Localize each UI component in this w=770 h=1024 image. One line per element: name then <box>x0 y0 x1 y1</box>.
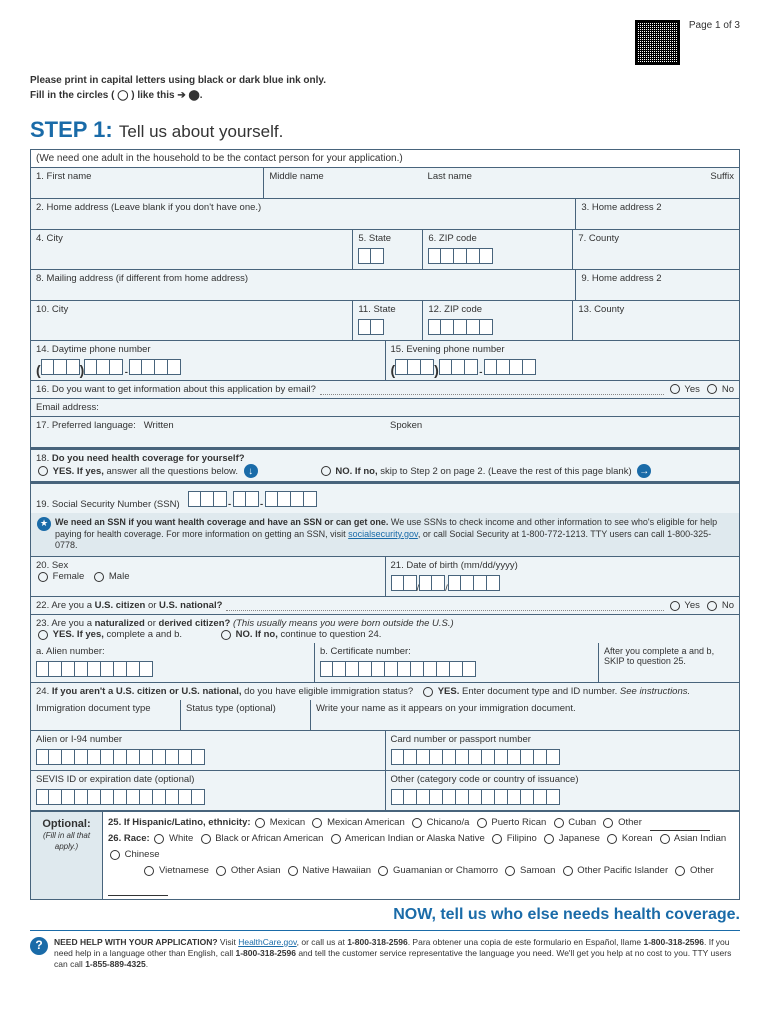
radio-18-yes[interactable]: YES. If yes, answer all the questions be… <box>36 466 238 477</box>
field-mail-county[interactable]: 13. County <box>573 301 739 340</box>
field-cert-number[interactable]: b. Certificate number: <box>315 643 599 682</box>
question-email-info: 16. Do you want to get information about… <box>31 381 739 399</box>
star-icon: ★ <box>37 517 51 531</box>
radio-puerto-rican[interactable]: Puerto Rican <box>475 817 552 828</box>
radio-guamanian-or-chamorro[interactable]: Guamanian or Chamorro <box>376 865 503 876</box>
field-last-name[interactable]: Last name <box>423 168 655 198</box>
arrow-down-icon: ↓ <box>244 464 258 478</box>
instruction-2: Fill in the circles ( ◯ ) like this ➔ ⬤. <box>30 88 740 103</box>
field-mail-state[interactable]: 11. State <box>353 301 423 340</box>
ssn-info-box: ★ We need an SSN if you want health cove… <box>31 513 739 556</box>
radio-other[interactable]: Other <box>673 865 719 876</box>
field-status-type[interactable]: Status type (optional) <box>181 700 311 730</box>
radio-email-no[interactable]: No <box>705 384 734 395</box>
radio-23-yes[interactable]: YES. If yes, complete a and b. <box>36 629 182 640</box>
page-number: Page 1 of 3 <box>689 20 740 31</box>
radio-male[interactable]: Male <box>92 571 129 582</box>
field-mailing-address-2[interactable]: 9. Home address 2 <box>576 270 739 300</box>
field-state[interactable]: 5. State <box>353 230 423 269</box>
radio-american-indian-or-alaska-native[interactable]: American Indian or Alaska Native <box>329 833 490 844</box>
arrow-right-icon: → <box>637 464 651 478</box>
field-city[interactable]: 4. City <box>31 230 353 269</box>
radio-chinese[interactable]: Chinese <box>108 849 165 860</box>
radio-filipino[interactable]: Filipino <box>490 833 542 844</box>
optional-label: Optional:(Fill in all that apply.) <box>31 812 103 899</box>
link-healthcare[interactable]: HealthCare.gov <box>238 937 296 947</box>
field-sevis[interactable]: SEVIS ID or expiration date (optional) <box>31 771 386 810</box>
radio-samoan[interactable]: Samoan <box>503 865 560 876</box>
section-subtitle: (We need one adult in the household to b… <box>31 150 739 168</box>
field-card-passport[interactable]: Card number or passport number <box>386 731 740 770</box>
field-imm-doc-type[interactable]: Immigration document type <box>31 700 181 730</box>
radio-22-yes[interactable]: Yes <box>668 600 700 611</box>
field-county[interactable]: 7. County <box>573 230 739 269</box>
radio-23-no[interactable]: NO. If no, continue to question 24. <box>219 629 381 640</box>
radio-mexican[interactable]: Mexican <box>253 817 310 828</box>
field-home-address[interactable]: 2. Home address (Leave blank if you don'… <box>31 199 576 229</box>
question-23: 23. Are you a naturalized or derived cit… <box>31 615 739 643</box>
field-mail-city[interactable]: 10. City <box>31 301 353 340</box>
radio-24-yes[interactable]: YES. Enter document type and ID number. … <box>421 686 690 697</box>
skip-note: After you complete a and b, SKIP to ques… <box>599 643 739 682</box>
instruction-1: Please print in capital letters using bl… <box>30 73 740 88</box>
radio-vietnamese[interactable]: Vietnamese <box>142 865 214 876</box>
field-home-address-2[interactable]: 3. Home address 2 <box>576 199 739 229</box>
field-lang-spoken[interactable]: Spoken <box>385 417 739 447</box>
radio-native-hawaiian[interactable]: Native Hawaiian <box>286 865 377 876</box>
field-evening-phone[interactable]: 15. Evening phone number ()- <box>386 341 740 380</box>
radio-mexican-american[interactable]: Mexican American <box>310 817 410 828</box>
field-lang-written[interactable]: 17. Preferred language: Written <box>31 417 385 447</box>
step-heading: STEP 1: Tell us about yourself. <box>30 117 740 143</box>
radio-chicano-a[interactable]: Chicano/a <box>410 817 475 828</box>
field-email-address[interactable]: Email address: <box>31 399 739 417</box>
field-ssn[interactable]: 19. Social Security Number (SSN) -- <box>31 482 739 513</box>
radio-black-or-african-american[interactable]: Black or African American <box>199 833 329 844</box>
radio-korean[interactable]: Korean <box>605 833 658 844</box>
field-other-code[interactable]: Other (category code or country of issua… <box>386 771 740 810</box>
field-suffix[interactable]: Suffix <box>655 168 739 198</box>
radio-other[interactable]: Other <box>601 817 647 828</box>
field-middle-name[interactable]: Middle name <box>264 168 422 198</box>
question-24: 24. If you aren't a U.S. citizen or U.S.… <box>31 683 739 700</box>
field-alien-i94[interactable]: Alien or I-94 number <box>31 731 386 770</box>
field-dob[interactable]: 21. Date of birth (mm/dd/yyyy) // <box>386 557 740 596</box>
link-ssa[interactable]: socialsecurity.gov <box>348 529 418 539</box>
field-zip[interactable]: 6. ZIP code <box>423 230 573 269</box>
radio-18-no[interactable]: NO. If no, skip to Step 2 on page 2. (Le… <box>319 466 632 477</box>
field-mail-zip[interactable]: 12. ZIP code <box>423 301 573 340</box>
radio-cuban[interactable]: Cuban <box>552 817 602 828</box>
radio-email-yes[interactable]: Yes <box>668 384 700 395</box>
field-imm-name[interactable]: Write your name as it appears on your im… <box>311 700 739 730</box>
radio-22-no[interactable]: No <box>705 600 734 611</box>
question-22: 22. Are you a U.S. citizen or U.S. natio… <box>31 597 739 615</box>
radio-other-asian[interactable]: Other Asian <box>214 865 286 876</box>
field-sex: 20. Sex Female Male <box>31 557 386 596</box>
field-daytime-phone[interactable]: 14. Daytime phone number ()- <box>31 341 386 380</box>
radio-other-pacific-islander[interactable]: Other Pacific Islander <box>561 865 674 876</box>
radio-asian-indian[interactable]: Asian Indian <box>658 833 732 844</box>
radio-white[interactable]: White <box>152 833 198 844</box>
radio-female[interactable]: Female <box>36 571 84 582</box>
radio-japanese[interactable]: Japanese <box>542 833 605 844</box>
question-icon: ? <box>30 937 48 955</box>
optional-content: 25. If Hispanic/Latino, ethnicity: Mexic… <box>103 812 739 899</box>
footer-cta: NOW, tell us who else needs health cover… <box>30 906 740 924</box>
qr-code <box>635 20 680 65</box>
footer-help: ? NEED HELP WITH YOUR APPLICATION? Visit… <box>30 930 740 970</box>
field-first-name[interactable]: 1. First name <box>31 168 264 198</box>
question-18: 18. Do you need health coverage for your… <box>31 448 739 482</box>
field-alien-number[interactable]: a. Alien number: <box>31 643 315 682</box>
field-mailing-address[interactable]: 8. Mailing address (if different from ho… <box>31 270 576 300</box>
